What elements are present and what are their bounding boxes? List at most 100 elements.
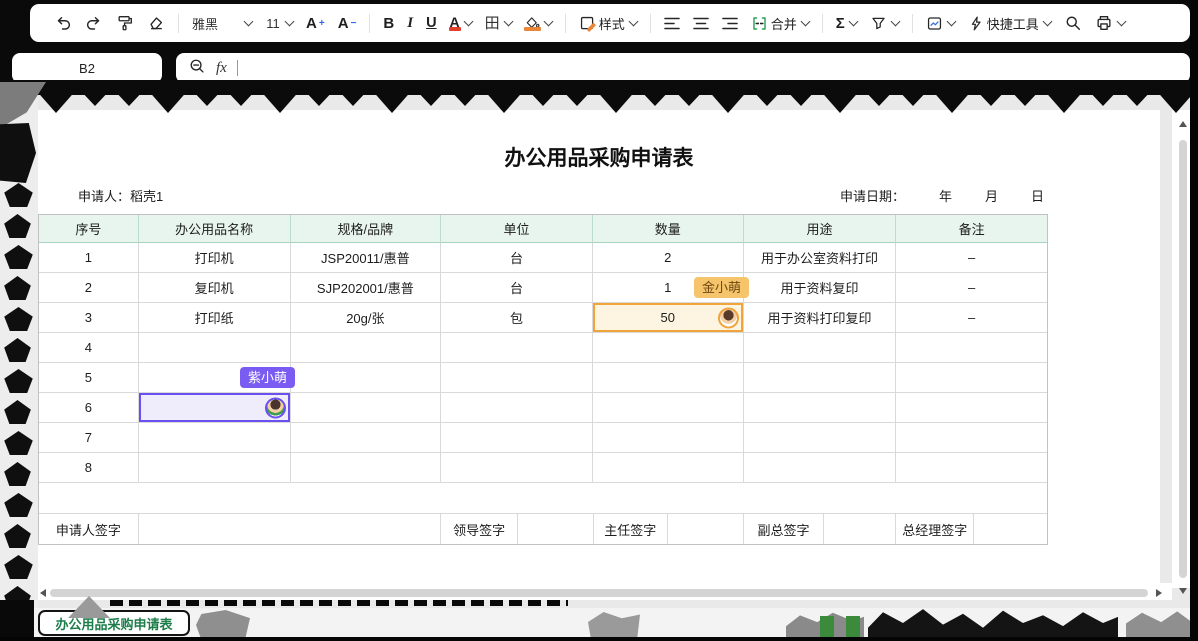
align-right-button[interactable] [722,17,738,30]
table-cell[interactable] [441,363,593,393]
table-cell[interactable] [593,363,744,393]
table-cell[interactable] [593,453,744,483]
table-cell[interactable]: – [896,273,1047,303]
table-cell[interactable] [744,333,897,363]
table-cell[interactable] [139,453,291,483]
cell-reference-box[interactable]: B2 [12,53,162,83]
merge-cells-button[interactable]: 合并 [751,14,809,33]
insert-image-button[interactable] [926,15,955,32]
formula-bar[interactable]: fx [176,53,1190,83]
table-cell[interactable] [441,333,593,363]
font-size-select[interactable]: 11 [265,16,293,31]
table-cell[interactable] [291,453,442,483]
table-cell[interactable]: 包 [441,303,593,333]
table-cell[interactable]: 6 [39,393,139,423]
sheet-tab[interactable]: 办公用品采购申请表 [38,610,190,636]
cell-style-button[interactable]: 样式 [579,14,637,33]
table-cell[interactable] [139,333,291,363]
column-header[interactable]: 单位 [441,215,593,243]
column-header[interactable]: 办公用品名称 [139,215,291,243]
table-cell[interactable] [896,423,1047,453]
worksheet[interactable]: 办公用品采购申请表 申请人：稻壳1 申请日期： 年 月 日 序号办公用品名称规格… [38,110,1160,583]
table-cell[interactable]: 2 [39,273,139,303]
column-header[interactable]: 数量 [593,215,744,243]
autosum-button[interactable]: Σ [836,15,857,32]
table-cell[interactable] [291,333,442,363]
table-cell[interactable]: 用于资料复印 [744,273,897,303]
table-cell[interactable] [139,423,291,453]
table-cell[interactable]: 8 [39,453,139,483]
print-button[interactable] [1095,14,1125,32]
table-cell[interactable]: 50 [593,303,744,333]
table-cell[interactable] [441,453,593,483]
table-cell[interactable]: 2 [593,243,744,273]
signature-label-cell[interactable]: 领导签字 [441,514,518,544]
decrease-font-button[interactable]: A− [338,15,357,32]
table-cell[interactable]: 用于资料打印复印 [744,303,897,333]
table-cell[interactable] [39,483,1047,514]
redo-button[interactable] [85,14,103,32]
font-color-button[interactable]: A [450,16,472,31]
filter-button[interactable] [870,15,899,32]
table-cell[interactable] [291,393,442,423]
table-cell[interactable] [744,363,897,393]
table-cell[interactable] [896,363,1047,393]
signature-label-cell[interactable]: 副总签字 [744,514,825,544]
table-cell[interactable] [593,423,744,453]
increase-font-button[interactable]: A+ [306,15,325,32]
vertical-scrollbar-thumb[interactable] [1179,140,1187,578]
italic-button[interactable]: I [407,15,413,32]
column-header[interactable]: 备注 [896,215,1047,243]
scroll-down-arrow[interactable] [1179,588,1187,594]
table-cell[interactable] [593,333,744,363]
table-cell[interactable] [896,333,1047,363]
scroll-left-arrow[interactable] [40,589,46,597]
table-cell[interactable]: 打印机 [139,243,291,273]
table-cell[interactable]: 台 [441,243,593,273]
bold-button[interactable]: B [383,15,394,32]
column-header[interactable]: 用途 [744,215,897,243]
search-icon[interactable] [1064,14,1082,32]
table-cell[interactable] [593,393,744,423]
table-cell[interactable]: 打印纸 [139,303,291,333]
table-cell[interactable] [291,423,442,453]
borders-button[interactable]: 田 [485,16,512,31]
format-painter-icon[interactable] [116,14,134,32]
signature-label-cell[interactable]: 总经理签字 [896,514,974,544]
table-cell[interactable]: JSP20011/惠普 [291,243,442,273]
font-family-select[interactable]: 雅黑 [192,14,252,33]
table-cell[interactable]: 3 [39,303,139,333]
undo-button[interactable] [54,14,72,32]
formula-input-caret[interactable] [237,60,238,76]
signature-label-cell[interactable]: 主任签字 [594,514,668,544]
column-header[interactable]: 规格/品牌 [291,215,442,243]
table-cell[interactable] [744,393,897,423]
signature-blank-cell[interactable] [824,514,896,544]
horizontal-scrollbar-thumb[interactable] [50,589,1148,597]
table-cell[interactable]: 5 [39,363,139,393]
underline-button[interactable]: U [426,15,436,31]
table-cell[interactable]: 20g/张 [291,303,442,333]
signature-blank-cell[interactable] [518,514,594,544]
table-cell[interactable] [744,423,897,453]
table-cell[interactable]: – [896,303,1047,333]
scroll-up-arrow[interactable] [1179,121,1187,127]
align-center-button[interactable] [693,17,709,30]
table-cell[interactable]: SJP202001/惠普 [291,273,442,303]
table-cell[interactable]: 4 [39,333,139,363]
table-cell[interactable] [744,453,897,483]
signature-label-cell[interactable]: 申请人签字 [39,514,139,544]
table-cell[interactable] [139,393,291,423]
table-cell[interactable]: – [896,243,1047,273]
fill-color-button[interactable] [525,16,552,31]
align-left-button[interactable] [664,17,680,30]
column-header[interactable]: 序号 [39,215,139,243]
signature-blank-cell[interactable] [974,514,1047,544]
signature-blank-cell[interactable] [668,514,744,544]
table-cell[interactable] [896,393,1047,423]
table-cell[interactable]: 1 [39,243,139,273]
zoom-out-icon[interactable] [188,57,206,80]
table-cell[interactable] [291,363,442,393]
table-cell[interactable] [441,423,593,453]
table-cell[interactable]: 7 [39,423,139,453]
